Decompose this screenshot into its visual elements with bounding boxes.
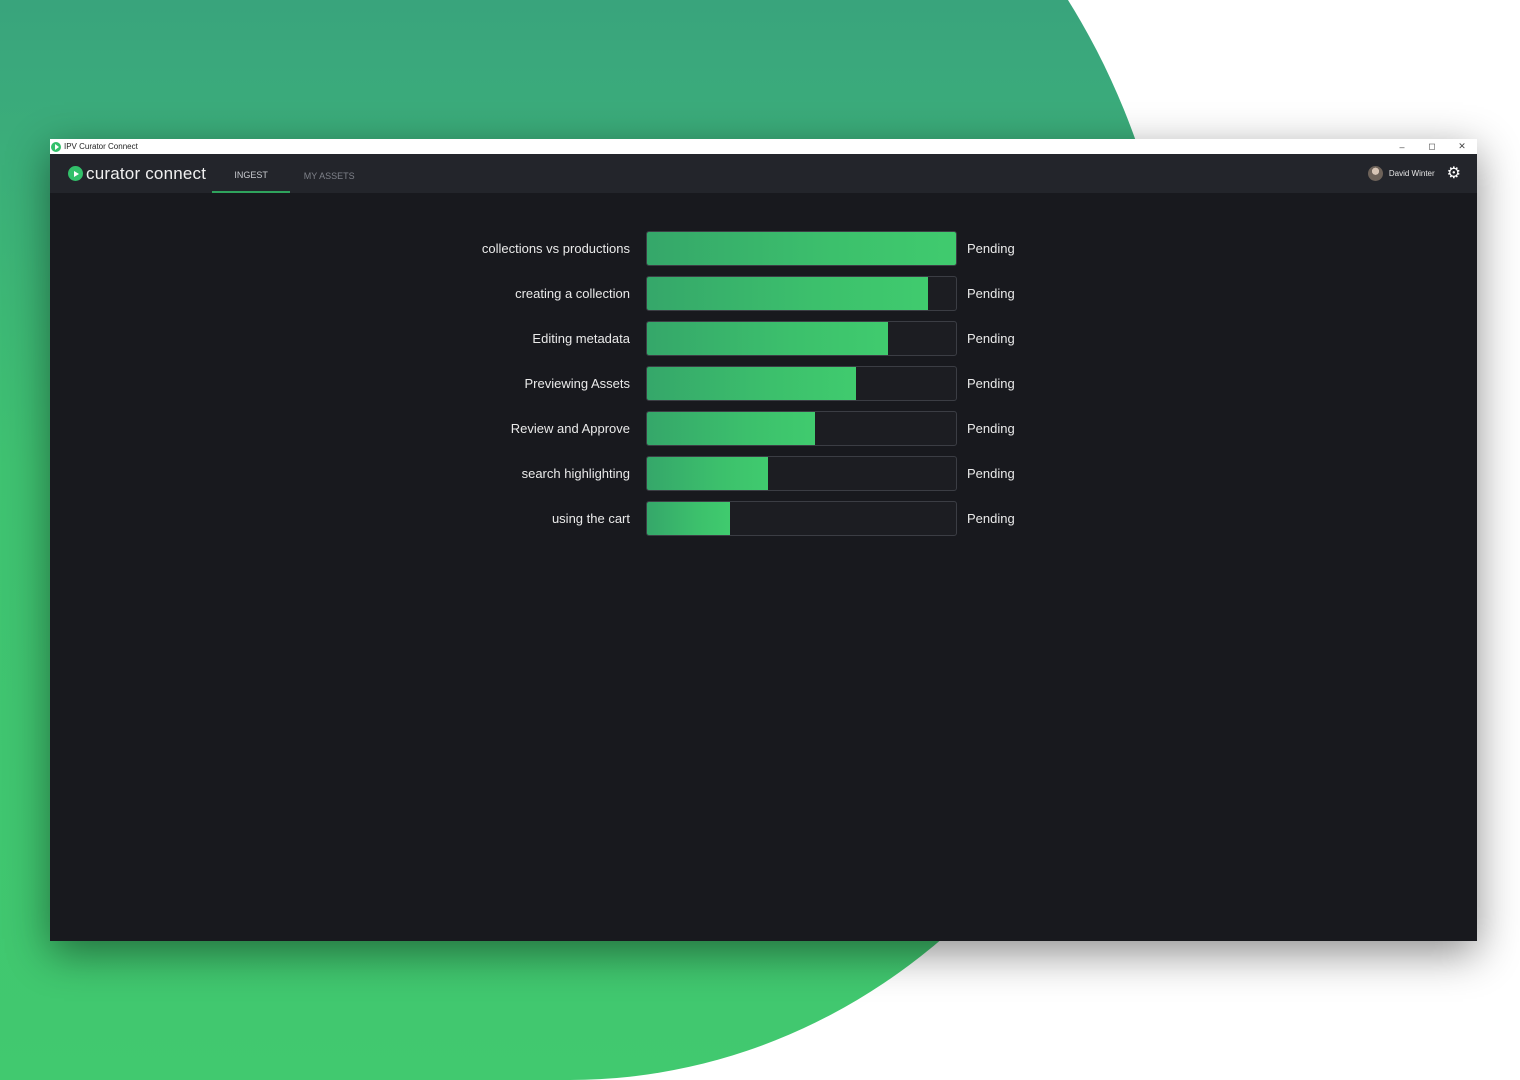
- upload-name: search highlighting: [521, 466, 630, 481]
- status-label: Pending: [967, 376, 1015, 391]
- gear-icon[interactable]: ⚙: [1447, 165, 1461, 182]
- brand-name: curator connect: [86, 163, 207, 183]
- progress-bar: [646, 321, 957, 356]
- window-title: IPV Curator Connect: [64, 142, 138, 151]
- upload-name: Editing metadata: [532, 331, 630, 346]
- upload-name: collections vs productions: [481, 241, 630, 256]
- upload-name: using the cart: [551, 511, 630, 526]
- close-button[interactable]: ✕: [1447, 139, 1477, 154]
- upload-list: collections vs productions Pending creatin…: [50, 231, 1477, 546]
- user-name[interactable]: David Winter: [1389, 169, 1435, 178]
- maximize-button[interactable]: ◻: [1417, 139, 1447, 154]
- play-logo-icon: [68, 166, 83, 181]
- progress-bar: [646, 276, 957, 311]
- upload-name: creating a collection: [515, 286, 630, 301]
- main-tabs: INGEST MY ASSETS: [212, 154, 368, 193]
- upload-name: Previewing Assets: [524, 376, 631, 391]
- window-controls: – ◻ ✕: [1387, 139, 1477, 154]
- progress-fill: [647, 232, 956, 265]
- progress-bar: [646, 366, 957, 401]
- tab-ingest[interactable]: INGEST: [212, 154, 291, 193]
- progress-fill: [647, 322, 889, 355]
- upload-row: Review and Approve Pending: [50, 411, 1477, 446]
- status-label: Pending: [967, 466, 1015, 481]
- upload-row: Previewing Assets Pending: [50, 366, 1477, 401]
- title-bar: IPV Curator Connect – ◻ ✕: [50, 139, 1477, 154]
- brand-logo[interactable]: curator connect: [68, 164, 206, 184]
- progress-fill: [647, 277, 929, 310]
- status-label: Pending: [967, 331, 1015, 346]
- app-header: curator connect INGEST MY ASSETS David W…: [50, 154, 1477, 193]
- avatar[interactable]: [1367, 166, 1383, 181]
- status-label: Pending: [967, 286, 1015, 301]
- progress-bar: [646, 456, 957, 491]
- progress-bar: [646, 411, 957, 446]
- progress-bar: [646, 231, 957, 266]
- progress-fill: [647, 367, 856, 400]
- status-label: Pending: [967, 241, 1015, 256]
- user-area: David Winter ⚙: [1367, 154, 1461, 193]
- status-label: Pending: [967, 421, 1015, 436]
- status-label: Pending: [967, 511, 1015, 526]
- minimize-button[interactable]: –: [1387, 139, 1417, 154]
- progress-fill: [647, 457, 768, 490]
- upload-row: using the cart Pending: [50, 501, 1477, 536]
- tab-my-assets[interactable]: MY ASSETS: [290, 154, 368, 193]
- progress-bar: [646, 501, 957, 536]
- progress-fill: [647, 502, 731, 535]
- upload-row: Editing metadata Pending: [50, 321, 1477, 356]
- upload-row: creating a collection Pending: [50, 276, 1477, 311]
- app-window: IPV Curator Connect – ◻ ✕ curator connec…: [50, 139, 1477, 941]
- upload-row: search highlighting Pending: [50, 456, 1477, 491]
- progress-fill: [647, 412, 816, 445]
- app-logo-icon: [51, 141, 61, 152]
- upload-row: collections vs productions Pending: [50, 231, 1477, 266]
- upload-name: Review and Approve: [510, 421, 630, 436]
